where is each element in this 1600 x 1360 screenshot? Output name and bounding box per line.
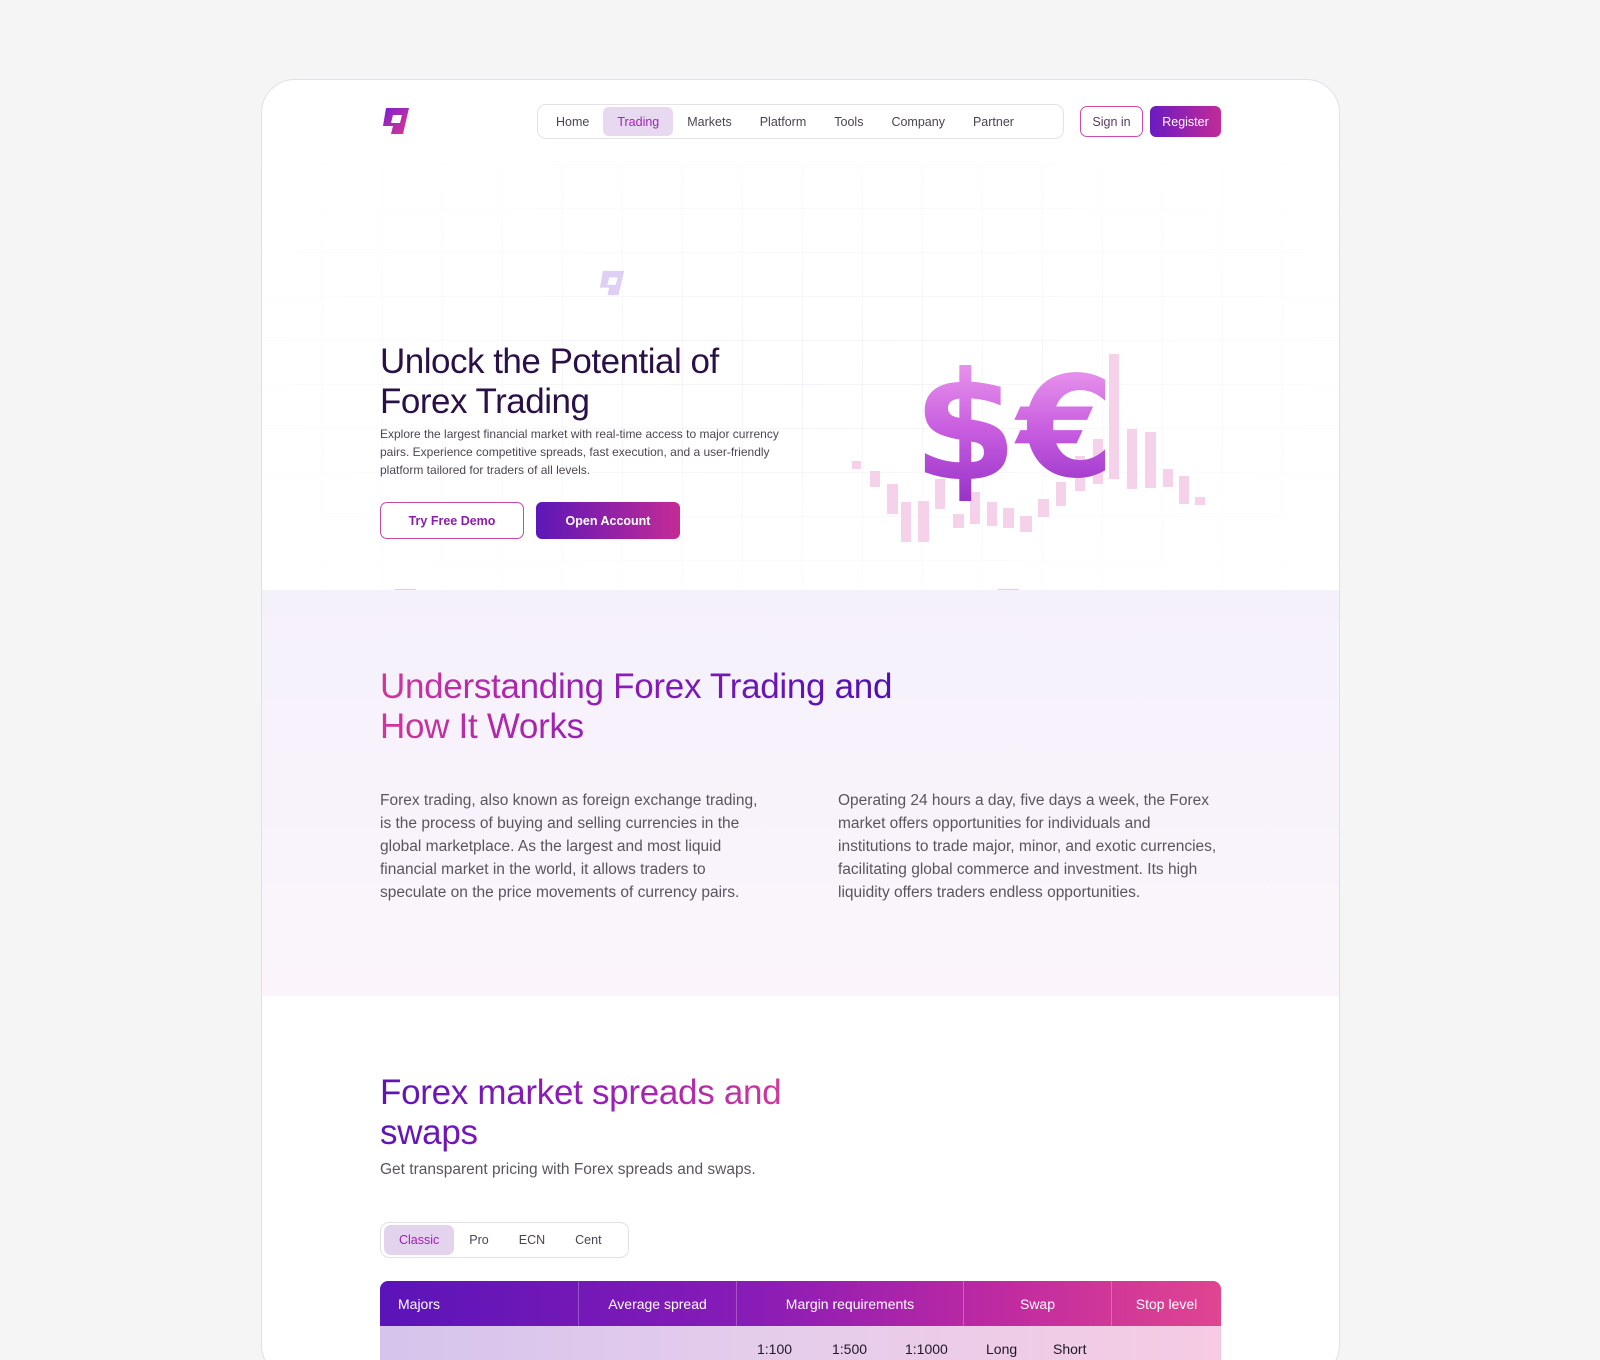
spreads-table: Majors Average spread Margin requirement… [380, 1281, 1221, 1360]
margin-1-500: 1:500 [832, 1340, 868, 1357]
swap-long: Long [986, 1340, 1018, 1357]
understanding-section: Understanding Forex Trading and How It W… [262, 590, 1339, 996]
nav-platform[interactable]: Platform [746, 107, 821, 136]
open-account-button[interactable]: Open Account [536, 502, 680, 539]
table-header-row: Majors Average spread Margin requirement… [380, 1281, 1221, 1326]
nav-home[interactable]: Home [542, 107, 603, 136]
nav-partner[interactable]: Partner [959, 107, 1028, 136]
table-subheader-row: 1:100 1:500 1:1000 Long Short [380, 1326, 1221, 1360]
spreads-subtitle: Get transparent pricing with Forex sprea… [380, 1161, 756, 1178]
col-average-spread: Average spread [579, 1281, 737, 1326]
main-nav: Home Trading Markets Platform Tools Comp… [537, 104, 1064, 139]
tab-pro[interactable]: Pro [454, 1225, 503, 1255]
decor-logo-icon [600, 270, 625, 296]
col-stop-level: Stop level [1135, 1295, 1198, 1312]
spreads-title: Forex market spreads and swaps [380, 1073, 800, 1153]
nav-tools[interactable]: Tools [820, 107, 877, 136]
try-demo-button[interactable]: Try Free Demo [380, 502, 524, 539]
col-swap: Swap [964, 1281, 1112, 1326]
tab-classic[interactable]: Classic [384, 1225, 455, 1255]
hero-section: Unlock the Potential of Forex Trading Ex… [262, 164, 1339, 590]
margin-1-1000: 1:1000 [905, 1340, 948, 1357]
brand-logo[interactable] [381, 107, 413, 135]
dollar-symbol: $ [913, 341, 1017, 515]
currency-illustration: $ € [852, 341, 1205, 542]
account-type-tabs: Classic Pro ECN Cent [380, 1222, 629, 1258]
nav-company[interactable]: Company [877, 107, 959, 136]
nav-markets[interactable]: Markets [673, 107, 745, 136]
register-button[interactable]: Register [1150, 106, 1221, 137]
signin-button[interactable]: Sign in [1080, 106, 1143, 137]
understanding-title: Understanding Forex Trading and How It W… [380, 667, 900, 747]
col-majors: Majors [380, 1281, 579, 1326]
margin-1-100: 1:100 [757, 1340, 793, 1357]
swap-short: Short [1053, 1340, 1087, 1357]
nav-trading[interactable]: Trading [603, 107, 674, 136]
tab-cent[interactable]: Cent [560, 1225, 616, 1255]
tab-ecn[interactable]: ECN [504, 1225, 560, 1255]
euro-symbol: € [1014, 347, 1114, 510]
page-frame: Home Trading Markets Platform Tools Comp… [261, 79, 1340, 1360]
understanding-text-left: Forex trading, also known as foreign exc… [380, 792, 758, 901]
understanding-text-right: Operating 24 hours a day, five days a we… [838, 792, 1217, 901]
hero-subtitle: Explore the largest financial market wit… [380, 427, 779, 477]
col-margin-requirements: Margin requirements [737, 1281, 964, 1326]
hero-title: Unlock the Potential of Forex Trading [380, 342, 719, 421]
